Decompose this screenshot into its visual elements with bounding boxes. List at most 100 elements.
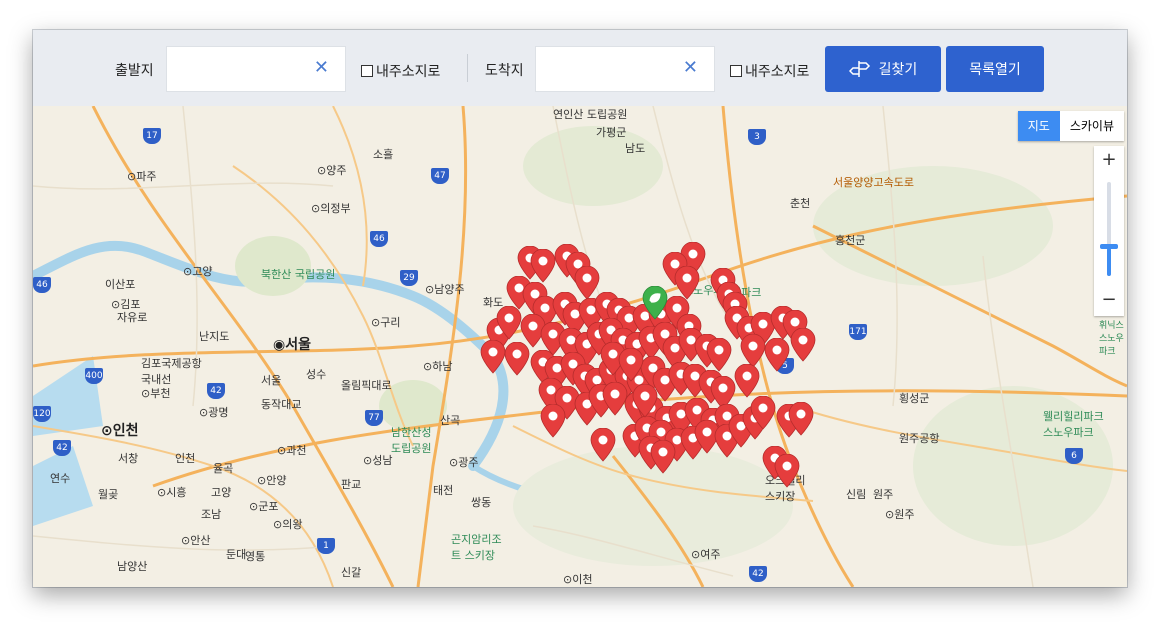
- location-marker-icon[interactable]: [649, 440, 677, 474]
- place-label: 자유로: [117, 311, 148, 324]
- location-marker-icon[interactable]: [773, 454, 801, 488]
- highway-shield-icon: 42: [53, 440, 71, 456]
- place-label: 서울: [261, 374, 282, 387]
- destination-field[interactable]: ✕: [535, 46, 715, 92]
- location-marker-icon[interactable]: [787, 402, 815, 436]
- place-label: 율곡: [213, 462, 234, 475]
- zoom-control: + −: [1094, 146, 1124, 316]
- location-marker-icon[interactable]: [705, 338, 733, 372]
- place-label: 북한산 국립공원: [261, 268, 336, 281]
- place-label: ⊙성남: [363, 454, 393, 467]
- place-label: 소흘: [373, 148, 394, 161]
- place-label: 월곶: [98, 488, 119, 501]
- place-label: ⊙안양: [257, 474, 287, 487]
- location-marker-icon[interactable]: [617, 348, 645, 382]
- location-marker-icon[interactable]: [589, 428, 617, 462]
- place-label: 성수: [306, 368, 327, 381]
- location-marker-icon[interactable]: [631, 384, 659, 418]
- place-label: 휘닉스 스노우파크: [1099, 321, 1124, 357]
- place-label: 둔대: [226, 548, 247, 561]
- place-label: 남도: [625, 142, 646, 155]
- zoom-slider-handle[interactable]: [1100, 244, 1118, 249]
- signpost-icon: [848, 61, 870, 77]
- place-label: 원주공항: [899, 432, 940, 445]
- map-type-toggle: 지도 스카이뷰: [1017, 111, 1124, 141]
- place-label: 산곡: [440, 414, 461, 427]
- place-label: 횡성군: [899, 392, 930, 405]
- map-type-skyview-button[interactable]: 스카이뷰: [1060, 111, 1124, 141]
- place-label: ⊙과천: [277, 444, 307, 457]
- place-label: ⊙의왕: [273, 518, 303, 531]
- place-label: ⊙구리: [371, 316, 401, 329]
- place-label: ⊙광주: [449, 456, 479, 469]
- place-label: 김포국제공항 국내선: [141, 357, 202, 386]
- highway-shield-icon: 42: [749, 566, 767, 582]
- zoom-in-button[interactable]: +: [1094, 146, 1124, 174]
- highway-shield-icon: 1: [317, 538, 335, 554]
- location-marker-icon[interactable]: [673, 266, 701, 300]
- place-label: ⊙여주: [691, 548, 721, 561]
- place-label: 올림픽대로: [341, 379, 392, 392]
- place-label: ⊙인천: [101, 423, 139, 439]
- route-search-bar: 출발지 ✕ 내주소지로 도착지 ✕ 내주소지로 길찾기 목록열기: [33, 30, 1127, 106]
- place-label: 서울양양고속도로: [833, 176, 914, 189]
- place-label: 난지도: [199, 330, 230, 343]
- highway-shield-icon: 6: [1065, 448, 1083, 464]
- place-label: 서창: [118, 452, 139, 465]
- location-marker-icon[interactable]: [733, 364, 761, 398]
- place-label: 신림: [846, 488, 867, 501]
- place-label: 남한산성 도립공원: [391, 426, 432, 455]
- selected-location-marker-icon[interactable]: [641, 286, 669, 320]
- place-label: 고양: [211, 486, 232, 499]
- place-label: 태전: [433, 484, 454, 497]
- highway-shield-icon: 3: [748, 129, 766, 145]
- place-label: 조남: [201, 508, 222, 521]
- highway-shield-icon: 47: [431, 168, 449, 184]
- checkbox-icon[interactable]: [730, 65, 742, 77]
- place-label: 남양산: [117, 560, 148, 573]
- place-label: ⊙의정부: [311, 202, 351, 215]
- highway-shield-icon: 400: [85, 368, 103, 384]
- destination-label: 도착지: [485, 63, 524, 79]
- destination-input[interactable]: [544, 49, 678, 91]
- place-label: 가평군: [596, 126, 627, 139]
- destination-clear-icon[interactable]: ✕: [683, 57, 698, 78]
- origin-input[interactable]: [175, 49, 309, 91]
- place-label: ⊙안산: [181, 534, 211, 547]
- place-label: 연인산 도립공원: [553, 108, 628, 121]
- place-label: 쌍동: [471, 496, 492, 509]
- place-label: 동작대교: [261, 398, 302, 411]
- highway-shield-icon: 77: [365, 410, 383, 426]
- location-marker-icon[interactable]: [539, 404, 567, 438]
- place-label: 영통: [245, 550, 266, 563]
- location-marker-icon[interactable]: [749, 396, 777, 430]
- location-marker-icon[interactable]: [503, 342, 531, 376]
- divider: [467, 54, 468, 82]
- checkbox-icon[interactable]: [361, 65, 373, 77]
- location-marker-icon[interactable]: [763, 338, 791, 372]
- location-marker-icon[interactable]: [739, 334, 767, 368]
- place-label: ⊙하남: [423, 360, 453, 373]
- origin-field[interactable]: ✕: [166, 46, 346, 92]
- place-label: ⊙파주: [127, 170, 157, 183]
- app-window: 출발지 ✕ 내주소지로 도착지 ✕ 내주소지로 길찾기 목록열기 연인산 도립공…: [33, 30, 1127, 587]
- place-label: ⊙원주: [885, 508, 915, 521]
- map-type-map-button[interactable]: 지도: [1017, 111, 1060, 141]
- open-list-button[interactable]: 목록열기: [946, 46, 1044, 92]
- place-label: ⊙부천: [141, 387, 171, 400]
- origin-my-location-checkbox[interactable]: 내주소지로: [361, 61, 440, 81]
- find-route-label: 길찾기: [878, 62, 918, 78]
- place-label: ⊙시흥: [157, 486, 187, 499]
- destination-my-location-checkbox[interactable]: 내주소지로: [730, 61, 809, 81]
- location-marker-icon[interactable]: [789, 328, 817, 362]
- place-label: 판교: [341, 478, 362, 491]
- origin-clear-icon[interactable]: ✕: [314, 57, 329, 78]
- origin-label: 출발지: [115, 63, 154, 79]
- place-label: 춘천: [790, 197, 811, 210]
- place-label: 연수: [50, 472, 71, 485]
- find-route-button[interactable]: 길찾기: [825, 46, 941, 92]
- map-view[interactable]: 연인산 도립공원 가평군 남도 춘천 서울양양고속도로 홍천군 ⊙파주 ⊙양주 …: [33, 106, 1127, 587]
- highway-shield-icon: 46: [370, 231, 388, 247]
- highway-shield-icon: 17: [143, 128, 161, 144]
- zoom-out-button[interactable]: −: [1094, 286, 1124, 314]
